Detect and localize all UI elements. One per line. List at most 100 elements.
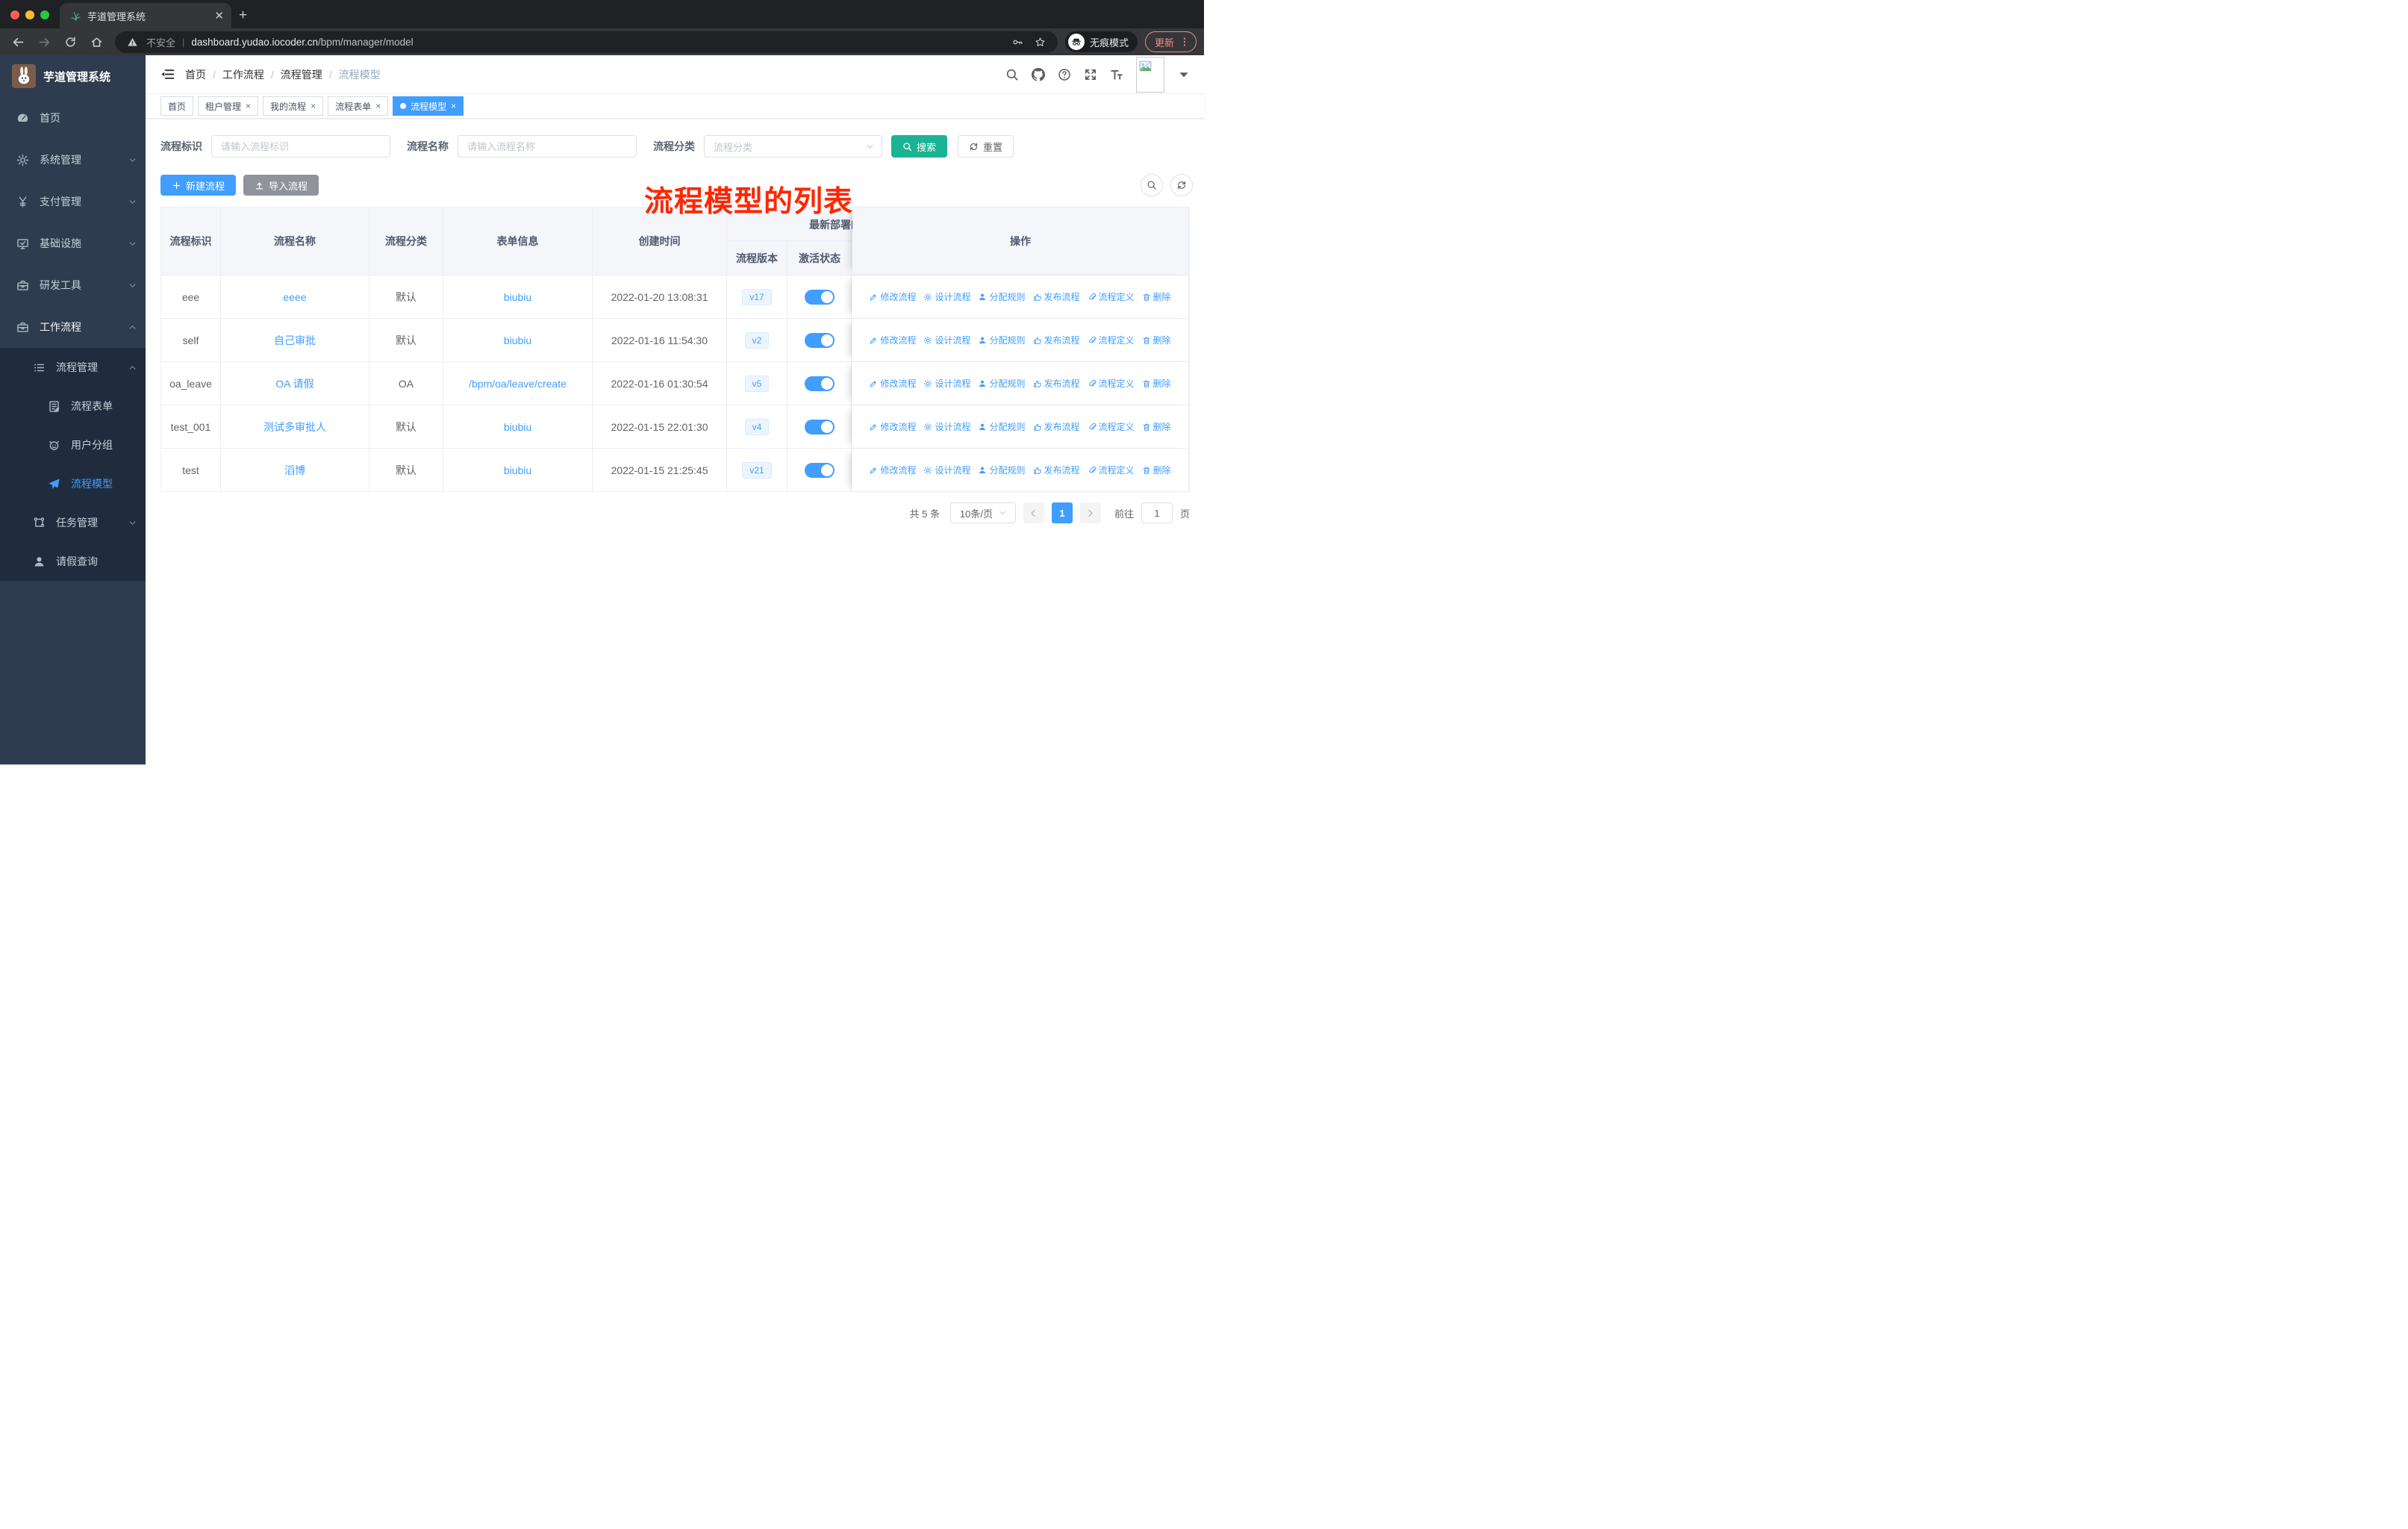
action-设计流程[interactable]: 设计流程 (923, 290, 970, 303)
active-toggle[interactable] (804, 332, 835, 348)
action-修改流程[interactable]: 修改流程 (869, 464, 916, 476)
sidebar-item-请假查询[interactable]: 请假查询 (0, 542, 146, 581)
tab-流程模型[interactable]: 流程模型 × (393, 96, 464, 116)
sidebar-item-用户分组[interactable]: 用户分组 (0, 426, 146, 464)
form-info-link[interactable]: biubiu (504, 421, 531, 433)
bookmark-star-icon[interactable] (1032, 37, 1049, 48)
action-修改流程[interactable]: 修改流程 (869, 377, 916, 390)
action-流程定义[interactable]: 流程定义 (1088, 464, 1135, 476)
action-删除[interactable]: 删除 (1142, 420, 1171, 433)
goto-page-input[interactable] (1141, 502, 1173, 523)
url-text[interactable]: dashboard.yudao.iocoder.cn/bpm/manager/m… (191, 37, 1004, 48)
next-page-button[interactable] (1079, 502, 1101, 523)
action-设计流程[interactable]: 设计流程 (923, 334, 970, 346)
action-删除[interactable]: 删除 (1142, 334, 1171, 346)
forward-icon[interactable] (34, 36, 55, 49)
window-controls[interactable] (0, 10, 60, 28)
breadcrumb-item[interactable]: 首页 (185, 67, 206, 82)
fullscreen-icon[interactable] (1084, 68, 1097, 81)
warning-icon[interactable] (124, 37, 141, 48)
action-分配规则[interactable]: 分配规则 (978, 464, 1026, 476)
action-分配规则[interactable]: 分配规则 (978, 290, 1026, 303)
refresh-table-button[interactable] (1170, 174, 1193, 196)
home-icon[interactable] (86, 36, 107, 49)
form-info-link[interactable]: biubiu (504, 334, 531, 346)
menu-dots-icon[interactable] (1179, 37, 1190, 47)
import-process-button[interactable]: 导入流程 (243, 175, 319, 196)
sidebar-item-流程模型[interactable]: 流程模型 (0, 464, 146, 503)
action-修改流程[interactable]: 修改流程 (869, 334, 916, 346)
process-name-link[interactable]: 自己审批 (274, 333, 316, 348)
process-name-link[interactable]: 滔博 (284, 463, 305, 478)
action-分配规则[interactable]: 分配规则 (978, 420, 1026, 433)
category-select[interactable]: 流程分类 (704, 135, 882, 158)
help-icon[interactable] (1058, 68, 1071, 81)
tab-首页[interactable]: 首页 (160, 96, 194, 116)
search-icon[interactable] (1005, 68, 1019, 81)
breadcrumb-item[interactable]: 流程管理 (281, 67, 322, 82)
action-发布流程[interactable]: 发布流程 (1033, 420, 1080, 433)
reload-icon[interactable] (60, 36, 81, 49)
action-发布流程[interactable]: 发布流程 (1033, 464, 1080, 476)
tab-我的流程[interactable]: 我的流程 × (263, 96, 324, 116)
action-流程定义[interactable]: 流程定义 (1088, 377, 1135, 390)
tab-租户管理[interactable]: 租户管理 × (198, 96, 259, 116)
sidebar-item-首页[interactable]: 首页 (0, 97, 146, 139)
breadcrumb-item[interactable]: 工作流程 (222, 67, 264, 82)
action-流程定义[interactable]: 流程定义 (1088, 334, 1135, 346)
action-修改流程[interactable]: 修改流程 (869, 420, 916, 433)
url-bar[interactable]: 不安全 | dashboard.yudao.iocoder.cn/bpm/man… (115, 31, 1058, 53)
active-toggle[interactable] (804, 376, 835, 391)
minimize-window-button[interactable] (25, 10, 34, 19)
form-info-link[interactable]: biubiu (504, 464, 531, 476)
action-删除[interactable]: 删除 (1142, 377, 1171, 390)
active-toggle[interactable] (804, 419, 835, 435)
caret-down-icon[interactable] (1177, 68, 1191, 81)
process-name-input[interactable] (458, 135, 637, 158)
close-icon[interactable]: × (311, 101, 316, 111)
sidebar-item-任务管理[interactable]: 任务管理 (0, 503, 146, 542)
action-流程定义[interactable]: 流程定义 (1088, 290, 1135, 303)
action-分配规则[interactable]: 分配规则 (978, 334, 1026, 346)
create-process-button[interactable]: 新建流程 (160, 175, 237, 196)
close-icon[interactable]: × (451, 101, 456, 111)
process-name-link[interactable]: 测试多审批人 (263, 420, 326, 435)
prev-page-button[interactable] (1023, 502, 1044, 523)
form-info-link[interactable]: /bpm/oa/leave/create (469, 378, 567, 390)
font-size-icon[interactable] (1110, 68, 1123, 81)
action-设计流程[interactable]: 设计流程 (923, 420, 970, 433)
action-删除[interactable]: 删除 (1142, 464, 1171, 476)
close-icon[interactable]: × (375, 101, 381, 111)
sidebar-item-工作流程[interactable]: 工作流程 (0, 306, 146, 348)
action-流程定义[interactable]: 流程定义 (1088, 420, 1135, 433)
active-toggle[interactable] (804, 462, 835, 478)
sidebar-item-系统管理[interactable]: 系统管理 (0, 139, 146, 181)
sidebar-item-流程表单[interactable]: 流程表单 (0, 387, 146, 426)
avatar[interactable] (1136, 56, 1164, 93)
back-icon[interactable] (7, 36, 29, 49)
form-info-link[interactable]: biubiu (504, 291, 531, 303)
sidebar-item-流程管理[interactable]: 流程管理 (0, 348, 146, 387)
process-name-link[interactable]: eeee (283, 291, 306, 303)
action-发布流程[interactable]: 发布流程 (1033, 290, 1080, 303)
hide-search-button[interactable] (1141, 174, 1163, 196)
action-设计流程[interactable]: 设计流程 (923, 464, 970, 476)
tab-close-icon[interactable]: ✕ (214, 9, 224, 22)
close-icon[interactable]: × (246, 101, 251, 111)
tab-流程表单[interactable]: 流程表单 × (328, 96, 389, 116)
action-分配规则[interactable]: 分配规则 (978, 377, 1026, 390)
action-发布流程[interactable]: 发布流程 (1033, 334, 1080, 346)
collapse-sidebar-icon[interactable] (160, 67, 175, 81)
browser-tab[interactable]: 芋道管理系统 ✕ (60, 3, 231, 28)
new-tab-button[interactable]: + (231, 7, 258, 28)
process-id-input[interactable] (211, 135, 390, 158)
action-删除[interactable]: 删除 (1142, 290, 1171, 303)
active-toggle[interactable] (804, 289, 835, 305)
page-size-select[interactable]: 10条/页 (949, 502, 1016, 523)
maximize-window-button[interactable] (40, 10, 49, 19)
action-发布流程[interactable]: 发布流程 (1033, 377, 1080, 390)
sidebar-item-基础设施[interactable]: 基础设施 (0, 222, 146, 264)
github-icon[interactable] (1032, 67, 1045, 81)
reset-button[interactable]: 重置 (958, 135, 1014, 158)
page-number-button[interactable]: 1 (1051, 502, 1073, 523)
